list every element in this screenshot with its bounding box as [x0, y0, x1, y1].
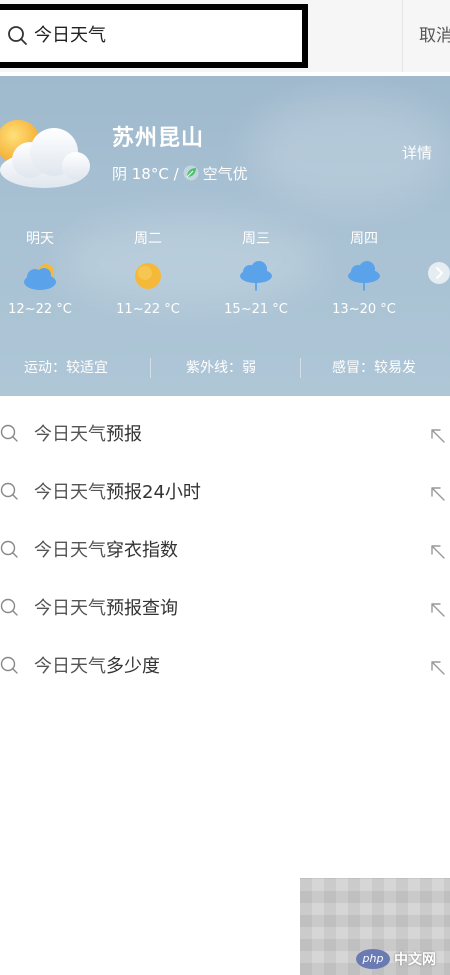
sunny-icon [135, 263, 161, 289]
search-box[interactable] [0, 4, 308, 68]
air-quality: 空气优 [202, 164, 248, 183]
rain-icon [348, 261, 380, 291]
cloudy-sun-icon [0, 120, 90, 188]
arrow-up-left-icon[interactable] [428, 600, 448, 620]
suggestion-text: 今日天气预报 [34, 424, 142, 445]
suggestion-item[interactable]: 今日天气预报 [0, 404, 450, 462]
forecast-day-label: 周二 [134, 231, 162, 247]
search-bar: 取消 [0, 0, 450, 72]
current-temperature: 阴 18°C / [112, 164, 179, 183]
suggestion-item[interactable]: 今日天气多少度 [0, 636, 450, 694]
forecast-temperature: 13~20 °C [332, 302, 396, 317]
divider [150, 358, 151, 378]
search-icon [0, 540, 18, 558]
arrow-up-left-icon[interactable] [428, 426, 448, 446]
forecast-day[interactable]: 明天 12~22 °C [0, 228, 94, 317]
suggestion-item[interactable]: 今日天气预报24小时 [0, 462, 450, 520]
search-icon [8, 26, 27, 45]
forecast-day-label: 周三 [242, 231, 270, 247]
suggestion-text: 今日天气多少度 [34, 656, 160, 677]
rain-icon [240, 261, 272, 291]
index-cold: 感冒：较易发 [332, 360, 416, 376]
forecast-temperature: 12~22 °C [8, 302, 72, 317]
forecast-day-label: 周四 [350, 231, 378, 247]
forecast-day-label: 明天 [26, 231, 54, 247]
watermark-text: 中文网 [394, 952, 436, 968]
divider [300, 358, 301, 378]
watermark-logo: php [356, 949, 390, 969]
suggestion-list: 今日天气预报 今日天气预报24小时 今日天气穿衣指数 今日天气预报查询 今日天气… [0, 404, 450, 694]
index-uv: 紫外线：弱 [186, 360, 256, 376]
suggestion-text: 今日天气穿衣指数 [34, 540, 178, 561]
suggestion-text: 今日天气预报查询 [34, 598, 178, 619]
forecast-day[interactable]: 周四 13~20 °C [310, 228, 418, 317]
suggestion-item[interactable]: 今日天气穿衣指数 [0, 520, 450, 578]
watermark: php 中文网 [356, 948, 436, 970]
detail-link[interactable]: 详情 [402, 142, 432, 163]
suggestion-item[interactable]: 今日天气预报查询 [0, 578, 450, 636]
chevron-right-icon[interactable] [428, 262, 450, 284]
city-name: 苏州昆山 [112, 126, 205, 151]
index-sport: 运动：较适宜 [24, 360, 108, 376]
current-condition: 阴 18°C / 空气优 [112, 162, 248, 184]
search-icon [0, 482, 18, 500]
weather-indices: 运动：较适宜 紫外线：弱 感冒：较易发 [0, 354, 450, 382]
forecast: 明天 12~22 °C 周二 11~22 °C 周三 15~21 °C 周四 1… [0, 228, 450, 328]
leaf-icon [183, 165, 199, 181]
search-icon [0, 424, 18, 442]
cancel-button[interactable]: 取消 [402, 0, 450, 72]
forecast-temperature: 11~22 °C [116, 302, 180, 317]
search-input[interactable] [34, 10, 296, 62]
forecast-day[interactable]: 周三 15~21 °C [202, 228, 310, 317]
cloudy-icon [24, 264, 56, 290]
arrow-up-left-icon[interactable] [428, 542, 448, 562]
weather-card[interactable]: 苏州昆山 阴 18°C / 空气优 详情 明天 12~22 °C 周二 11~2… [0, 76, 450, 396]
search-icon [0, 656, 18, 674]
arrow-up-left-icon[interactable] [428, 658, 448, 678]
suggestion-text: 今日天气预报24小时 [34, 482, 201, 503]
arrow-up-left-icon[interactable] [428, 484, 448, 504]
forecast-day[interactable]: 周二 11~22 °C [94, 228, 202, 317]
forecast-temperature: 15~21 °C [224, 302, 288, 317]
search-icon [0, 598, 18, 616]
